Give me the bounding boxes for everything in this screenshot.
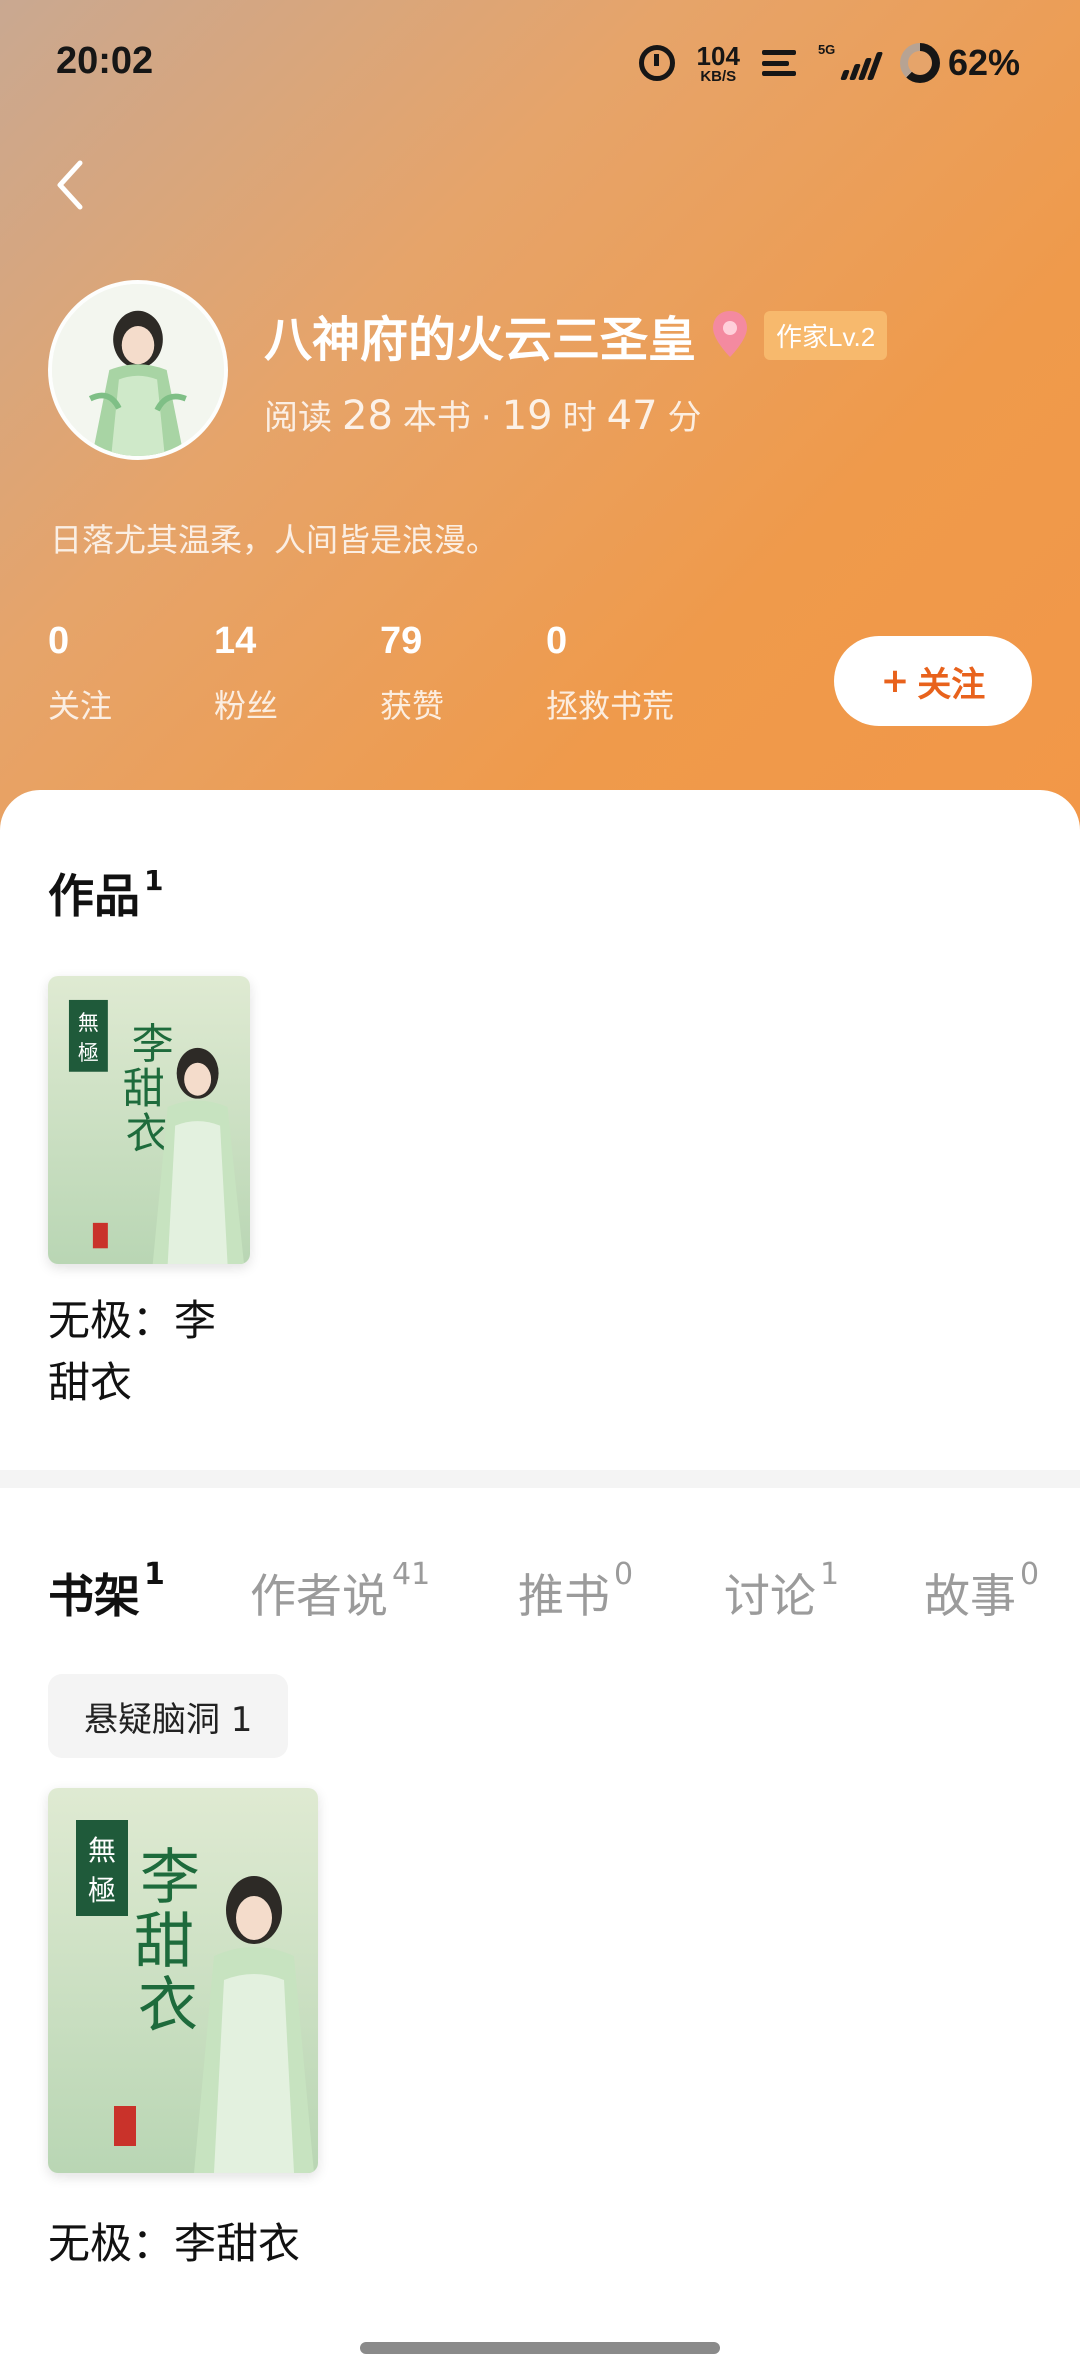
stat-rescue[interactable]: 0 拯救书荒 <box>546 620 674 727</box>
tab-bookshelf-count: 1 <box>144 1556 165 1592</box>
net-speed-value: 104 <box>696 40 740 71</box>
level-badge: 作家Lv.2 <box>764 310 888 360</box>
avatar-image <box>52 284 224 456</box>
works-title: 作品 1 <box>48 860 163 926</box>
tab-author-says[interactable]: 作者说 41 <box>250 1556 431 1626</box>
battery: 62% <box>899 42 1020 84</box>
tab-recommend-count: 0 <box>614 1556 634 1592</box>
reading-minutes: 47 <box>606 393 658 439</box>
tab-author-says-label: 作者说 <box>250 1569 388 1623</box>
cover-char-1: 李 <box>132 1019 174 1068</box>
stat-likes-count: 79 <box>380 620 423 662</box>
cover-seal-bottom: 極 <box>88 1874 116 1907</box>
reading-separator: · <box>480 398 492 438</box>
status-time: 20:02 <box>56 40 154 82</box>
tab-author-says-count: 41 <box>392 1556 431 1592</box>
tab-recommend-label: 推书 <box>518 1569 610 1623</box>
stat-following[interactable]: 0 关注 <box>48 620 112 727</box>
cover-char-2: 甜 <box>134 1907 194 1977</box>
tab-stories-label: 故事 <box>924 1569 1016 1623</box>
works-count: 1 <box>144 863 164 897</box>
chevron-left-icon <box>57 160 83 210</box>
tab-stories[interactable]: 故事 0 <box>924 1556 1040 1626</box>
tab-bookshelf[interactable]: 书架 1 <box>48 1556 165 1626</box>
stat-likes[interactable]: 79 获赞 <box>380 620 444 727</box>
battery-icon <box>899 43 940 83</box>
reading-books-unit: 本书 <box>402 398 471 438</box>
bio: 日落尤其温柔，人间皆是浪漫。 <box>50 521 499 559</box>
cover-seal-top: 無 <box>88 1834 116 1867</box>
plus-icon: + <box>880 661 910 701</box>
home-indicator[interactable] <box>360 2342 720 2354</box>
back-button[interactable] <box>40 150 100 220</box>
book-cover-image: 無 極 李 甜 衣 <box>48 976 250 1264</box>
stat-rescue-label: 拯救书荒 <box>546 687 675 725</box>
network-tag: 5G <box>817 42 836 57</box>
tab-bookshelf-label: 书架 <box>48 1569 140 1623</box>
work-cover[interactable]: 無 極 李 甜 衣 <box>48 976 250 1264</box>
bookshelf-book-title[interactable]: 无极：李甜衣 <box>48 2210 300 2271</box>
works-title-text: 作品 <box>48 869 140 923</box>
battery-level: 62% <box>947 42 1020 83</box>
avatar[interactable] <box>48 280 228 460</box>
work-title[interactable]: 无极：李甜衣 <box>48 1290 248 1414</box>
location-pin-icon <box>713 311 748 357</box>
stat-rescue-count: 0 <box>546 620 568 662</box>
cover-seal-bottom: 極 <box>78 1041 99 1065</box>
profile-header: 20:02 104 KB/S 5G 62% 八神府的火云三圣皇 作家Lv.2 阅… <box>0 0 1080 840</box>
stat-likes-label: 获赞 <box>380 687 445 725</box>
status-bar: 20:02 104 KB/S 5G 62% <box>0 0 1080 130</box>
reading-hours-unit: 时 <box>562 398 597 438</box>
book-cover-image: 無 極 李 甜 衣 <box>48 1788 318 2173</box>
cover-char-2: 甜 <box>123 1064 165 1113</box>
tab-stories-count: 0 <box>1020 1556 1040 1592</box>
stat-fans-label: 粉丝 <box>214 687 279 725</box>
tab-discussion-count: 1 <box>820 1556 840 1592</box>
signal-icon: 5G <box>818 42 884 80</box>
stat-following-count: 0 <box>48 620 70 662</box>
stat-following-label: 关注 <box>48 687 113 725</box>
cover-char-3: 衣 <box>126 1109 168 1158</box>
reading-minutes-unit: 分 <box>667 398 702 438</box>
cover-char-1: 李 <box>140 1843 200 1913</box>
alarm-icon <box>638 45 675 81</box>
username: 八神府的火云三圣皇 <box>264 312 697 368</box>
net-speed-unit: KB/S <box>700 67 737 85</box>
works-section: 作品 1 無 極 李 甜 衣 无极：李甜衣 <box>0 790 1080 1470</box>
reading-prefix: 阅读 <box>264 398 332 438</box>
reading-books: 28 <box>342 393 393 439</box>
tab-recommend[interactable]: 推书 0 <box>518 1556 634 1626</box>
net-speed: 104 KB/S <box>697 43 740 84</box>
hd-icon <box>761 50 796 76</box>
category-chip[interactable]: 悬疑脑洞 1 <box>48 1674 289 1758</box>
tab-discussion-label: 讨论 <box>724 1569 816 1623</box>
stat-fans-count: 14 <box>214 620 257 662</box>
reading-stats: 阅读 28 本书 · 19 时 47 分 <box>264 390 702 439</box>
section-divider <box>0 1470 1080 1488</box>
bookshelf-cover[interactable]: 無 極 李 甜 衣 <box>48 1788 318 2173</box>
follow-button[interactable]: + 关注 <box>834 636 1032 726</box>
cover-char-3: 衣 <box>138 1971 198 2041</box>
tab-discussion[interactable]: 讨论 1 <box>724 1556 840 1626</box>
stat-fans[interactable]: 14 粉丝 <box>214 620 278 727</box>
status-icons: 104 KB/S 5G 62% <box>638 38 1020 88</box>
bookshelf-tabs: 书架 1 作者说 41 推书 0 讨论 1 故事 0 <box>48 1556 1058 1640</box>
cover-seal-top: 無 <box>78 1011 99 1035</box>
follow-button-label: 关注 <box>917 664 986 705</box>
reading-hours: 19 <box>501 393 553 439</box>
username-row: 八神府的火云三圣皇 作家Lv.2 <box>264 300 888 370</box>
